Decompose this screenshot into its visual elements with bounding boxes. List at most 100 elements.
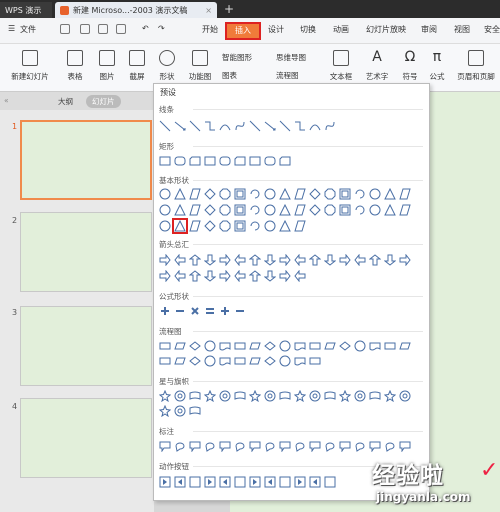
star-shape-option[interactable] [369,390,381,402]
flow-shape-option[interactable] [294,355,306,367]
flowchart-button[interactable]: 流程图 [276,70,322,81]
mixed-shape-option[interactable] [234,188,246,200]
arrow-shape-option[interactable] [234,270,246,282]
arrow-shape-option[interactable] [189,270,201,282]
tab-slides[interactable]: 幻灯片 [86,95,121,108]
flow-shape-option[interactable] [249,355,261,367]
actbtn-shape-option[interactable] [204,476,216,488]
mixed-shape-option[interactable] [204,220,216,232]
rect-shape-option[interactable] [279,155,291,167]
slide-thumbnail-1[interactable] [20,120,152,200]
mixed-shape-option[interactable] [204,204,216,216]
flow-shape-option[interactable] [174,340,186,352]
arrow-shape-option[interactable] [159,270,171,282]
flow-shape-option[interactable] [309,340,321,352]
rect-shape-option[interactable] [189,155,201,167]
star-shape-option[interactable] [324,390,336,402]
star-shape-option[interactable] [189,405,201,417]
flow-shape-option[interactable] [219,340,231,352]
line-shape-option[interactable] [309,120,321,132]
mixed-shape-option-selected[interactable] [172,218,188,234]
mindmap-button[interactable]: 思维导图 [276,52,322,63]
wordart-button[interactable]: A 艺术字 [362,50,392,82]
star-shape-option[interactable] [219,390,231,402]
formula-button[interactable]: π 公式 [426,50,448,82]
star-shape-option[interactable] [264,390,276,402]
flow-shape-option[interactable] [324,340,336,352]
flow-shape-option[interactable] [279,355,291,367]
mixed-shape-option[interactable] [384,188,396,200]
mixed-shape-option[interactable] [279,220,291,232]
app-tab[interactable]: WPS 演示 [0,2,52,18]
callout-shape-option[interactable] [309,440,321,452]
eq-shape-option[interactable] [189,305,201,317]
arrow-shape-option[interactable] [324,254,336,266]
function-chart-button[interactable]: 功能图 [184,50,216,82]
actbtn-shape-option[interactable] [264,476,276,488]
actbtn-shape-option[interactable] [309,476,321,488]
file-menu[interactable]: 文件 [20,24,36,35]
arrow-shape-option[interactable] [309,254,321,266]
table-button[interactable]: 表格 [62,50,88,82]
mixed-shape-option[interactable] [324,188,336,200]
mixed-shape-option[interactable] [204,188,216,200]
arrow-shape-option[interactable] [339,254,351,266]
mixed-shape-option[interactable] [219,204,231,216]
arrow-shape-option[interactable] [264,270,276,282]
line-shape-option[interactable] [279,120,291,132]
arrow-shape-option[interactable] [249,254,261,266]
new-tab-button[interactable]: + [224,2,234,16]
flow-shape-option[interactable] [339,340,351,352]
menu-review[interactable]: 审阅 [421,24,437,35]
arrow-shape-option[interactable] [189,254,201,266]
arrow-shape-option[interactable] [249,270,261,282]
mixed-shape-option[interactable] [354,188,366,200]
redo-icon[interactable]: ↷ [158,24,165,33]
flow-shape-option[interactable] [174,355,186,367]
flow-shape-option[interactable] [264,340,276,352]
mixed-shape-option[interactable] [174,204,186,216]
mixed-shape-option[interactable] [309,188,321,200]
mixed-shape-option[interactable] [294,204,306,216]
star-shape-option[interactable] [159,405,171,417]
eq-shape-option[interactable] [174,305,186,317]
eq-shape-option[interactable] [234,305,246,317]
star-shape-option[interactable] [189,390,201,402]
mixed-shape-option[interactable] [369,188,381,200]
menu-design[interactable]: 设计 [268,24,284,35]
star-shape-option[interactable] [249,390,261,402]
mixed-shape-option[interactable] [279,188,291,200]
mixed-shape-option[interactable] [309,204,321,216]
menu-start[interactable]: 开始 [202,24,218,35]
mixed-shape-option[interactable] [249,220,261,232]
rect-shape-option[interactable] [204,155,216,167]
callout-shape-option[interactable] [384,440,396,452]
flow-shape-option[interactable] [369,340,381,352]
arrow-shape-option[interactable] [354,254,366,266]
eq-shape-option[interactable] [204,305,216,317]
mixed-shape-option[interactable] [294,220,306,232]
mixed-shape-option[interactable] [234,204,246,216]
flow-shape-option[interactable] [384,340,396,352]
mixed-shape-option[interactable] [159,188,171,200]
mixed-shape-option[interactable] [264,220,276,232]
mixed-shape-option[interactable] [384,204,396,216]
actbtn-shape-option[interactable] [189,476,201,488]
line-shape-option[interactable] [189,120,201,132]
star-shape-option[interactable] [159,390,171,402]
star-shape-option[interactable] [234,390,246,402]
line-shape-option[interactable] [159,120,171,132]
print-icon[interactable] [98,24,108,34]
line-shape-option[interactable] [294,120,306,132]
mixed-shape-option[interactable] [264,204,276,216]
line-shape-option[interactable] [174,120,186,132]
callout-shape-option[interactable] [249,440,261,452]
new-slide-button[interactable]: 新建幻灯片 [6,50,54,82]
arrow-shape-option[interactable] [369,254,381,266]
actbtn-shape-option[interactable] [294,476,306,488]
line-shape-option[interactable] [234,120,246,132]
flow-shape-option[interactable] [279,340,291,352]
mixed-shape-option[interactable] [234,220,246,232]
star-shape-option[interactable] [174,390,186,402]
actbtn-shape-option[interactable] [249,476,261,488]
